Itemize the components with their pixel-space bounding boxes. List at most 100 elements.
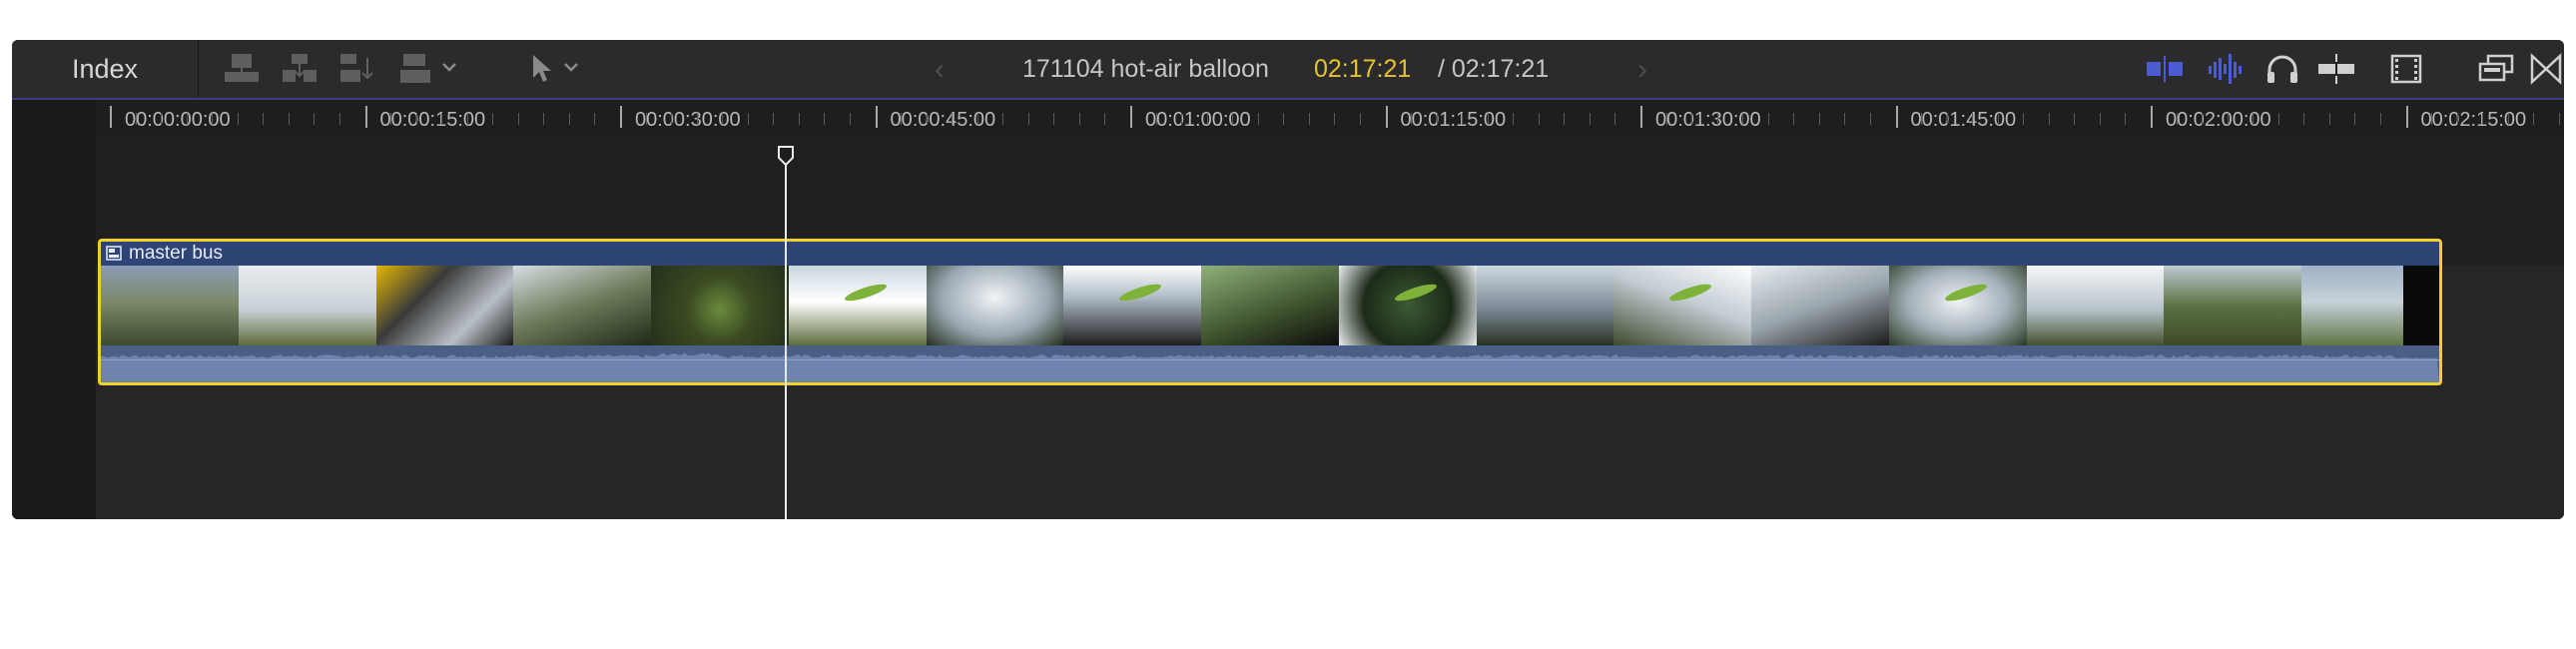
ruler-minor-tick <box>441 113 443 125</box>
ruler-minor-tick <box>338 113 340 125</box>
ruler-minor-tick <box>1997 113 1999 125</box>
compound-clip-icon <box>106 246 122 261</box>
ruler-timecode-label: 00:01:00:00 <box>1145 109 1251 131</box>
overwrite-clip-icon[interactable] <box>397 52 467 86</box>
snapping-icon[interactable] <box>2528 52 2564 86</box>
paraglider-wing <box>843 281 889 305</box>
ruler-minor-tick <box>1716 113 1718 125</box>
ruler-minor-tick <box>2354 113 2356 125</box>
timeline-left-gutter <box>12 100 96 519</box>
ruler-minor-tick <box>135 113 137 125</box>
ruler-minor-tick <box>2507 113 2509 125</box>
ruler-minor-tick <box>2431 113 2433 125</box>
ruler-timecode-label: 00:00:30:00 <box>635 109 741 131</box>
clip-appearance-icon[interactable] <box>2476 52 2516 86</box>
filmstrip-thumbnail <box>1476 266 1614 345</box>
filmstrip-thumbnail <box>2164 266 2301 345</box>
ruler-major-tick <box>110 106 112 128</box>
current-timecode: 02:17:21 <box>1314 55 1412 83</box>
ruler-timecode-label: 00:00:45:00 <box>890 109 996 131</box>
ruler-minor-tick <box>1027 113 1029 125</box>
ruler-minor-tick <box>1257 113 1259 125</box>
ruler-minor-tick <box>390 113 392 125</box>
ruler-minor-tick <box>1206 113 1208 125</box>
connect-clip-icon[interactable] <box>222 52 262 86</box>
paraglider-wing <box>1393 281 1439 305</box>
timecode-ruler[interactable]: 00:00:00:00 00:00:15:00 00:00:30:00 00:00:4… <box>96 100 2564 138</box>
ruler-minor-tick <box>1767 113 1769 125</box>
ruler-major-tick <box>1895 106 1898 128</box>
insert-clip-icon[interactable] <box>280 52 320 86</box>
playhead-handle[interactable] <box>777 146 795 166</box>
ruler-major-tick <box>1385 106 1388 128</box>
ruler-timecode-label: 00:02:15:00 <box>2420 109 2527 131</box>
ruler-minor-tick <box>1053 113 1055 125</box>
ruler-minor-tick <box>263 113 265 125</box>
ruler-minor-tick <box>696 113 698 125</box>
filmstrip-thumbnail <box>2026 266 2165 345</box>
headphones-icon[interactable] <box>2262 52 2302 86</box>
waveform-shape <box>101 352 2439 382</box>
ruler-timecode-label: 00:01:30:00 <box>1655 109 1761 131</box>
audio-lanes-icon[interactable] <box>2143 52 2187 86</box>
ruler-minor-tick <box>2558 113 2560 125</box>
ruler-minor-tick <box>492 113 494 125</box>
next-edit-icon[interactable]: › <box>1637 53 1647 87</box>
filmstrip-thumbnail <box>101 266 239 345</box>
ruler-timecode-label: 00:01:45:00 <box>1910 109 2017 131</box>
filmstrip-thumbnail <box>926 266 1064 345</box>
waveform-baseline <box>101 359 2439 360</box>
ruler-minor-tick <box>161 113 163 125</box>
ruler-minor-tick <box>2074 113 2076 125</box>
clip-filmstrip <box>101 266 2439 345</box>
index-button[interactable]: Index <box>12 40 199 98</box>
ruler-major-tick <box>1130 106 1132 128</box>
previous-edit-icon[interactable]: ‹ <box>935 53 945 87</box>
ruler-minor-tick <box>773 113 775 125</box>
filmstrip-icon[interactable] <box>2386 52 2426 86</box>
ruler-minor-tick <box>2048 113 2050 125</box>
ruler-minor-tick <box>1844 113 1846 125</box>
ruler-minor-tick <box>1078 113 1080 125</box>
ruler-minor-tick <box>212 113 214 125</box>
ruler-minor-tick <box>976 113 978 125</box>
select-tool-icon[interactable] <box>527 52 587 86</box>
ruler-major-tick <box>620 106 622 128</box>
ruler-minor-tick <box>1538 113 1540 125</box>
paraglider-wing <box>1943 281 1989 305</box>
ruler-major-tick <box>364 106 367 128</box>
ruler-minor-tick <box>2303 113 2305 125</box>
ruler-minor-tick <box>517 113 519 125</box>
filmstrip-thumbnail <box>1063 266 1201 345</box>
ruler-minor-tick <box>1232 113 1234 125</box>
ruler-minor-tick <box>671 113 673 125</box>
skimming-icon[interactable] <box>2314 52 2358 86</box>
filmstrip-thumbnail <box>238 266 376 345</box>
ruler-minor-tick <box>645 113 647 125</box>
project-title: 171104 hot-air balloon <box>1022 55 1269 83</box>
ruler-minor-tick <box>2328 113 2330 125</box>
ruler-minor-tick <box>568 113 570 125</box>
playhead-line <box>785 150 787 519</box>
waveform-icon[interactable] <box>2205 52 2249 86</box>
ruler-minor-tick <box>1946 113 1948 125</box>
ruler-minor-tick <box>1665 113 1667 125</box>
ruler-minor-tick <box>1462 113 1464 125</box>
master-bus-clip[interactable]: master bus <box>98 239 2442 385</box>
ruler-minor-tick <box>849 113 851 125</box>
append-clip-icon[interactable] <box>337 52 377 86</box>
ruler-minor-tick <box>926 113 928 125</box>
ruler-major-tick <box>875 106 878 128</box>
filmstrip-thumbnail <box>375 266 514 345</box>
paraglider-wing <box>1667 281 1713 305</box>
filmstrip-thumbnail <box>651 266 789 345</box>
ruler-minor-tick <box>1283 113 1285 125</box>
ruler-timecode-label: 00:00:00:00 <box>125 109 231 131</box>
ruler-minor-tick <box>722 113 724 125</box>
ruler-minor-tick <box>1513 113 1515 125</box>
filmstrip-thumbnail <box>1613 266 1751 345</box>
filmstrip-thumbnail <box>2301 266 2403 345</box>
filmstrip-thumbnail <box>1751 266 1889 345</box>
ruler-minor-tick <box>2176 113 2178 125</box>
ruler-minor-tick <box>314 113 316 125</box>
